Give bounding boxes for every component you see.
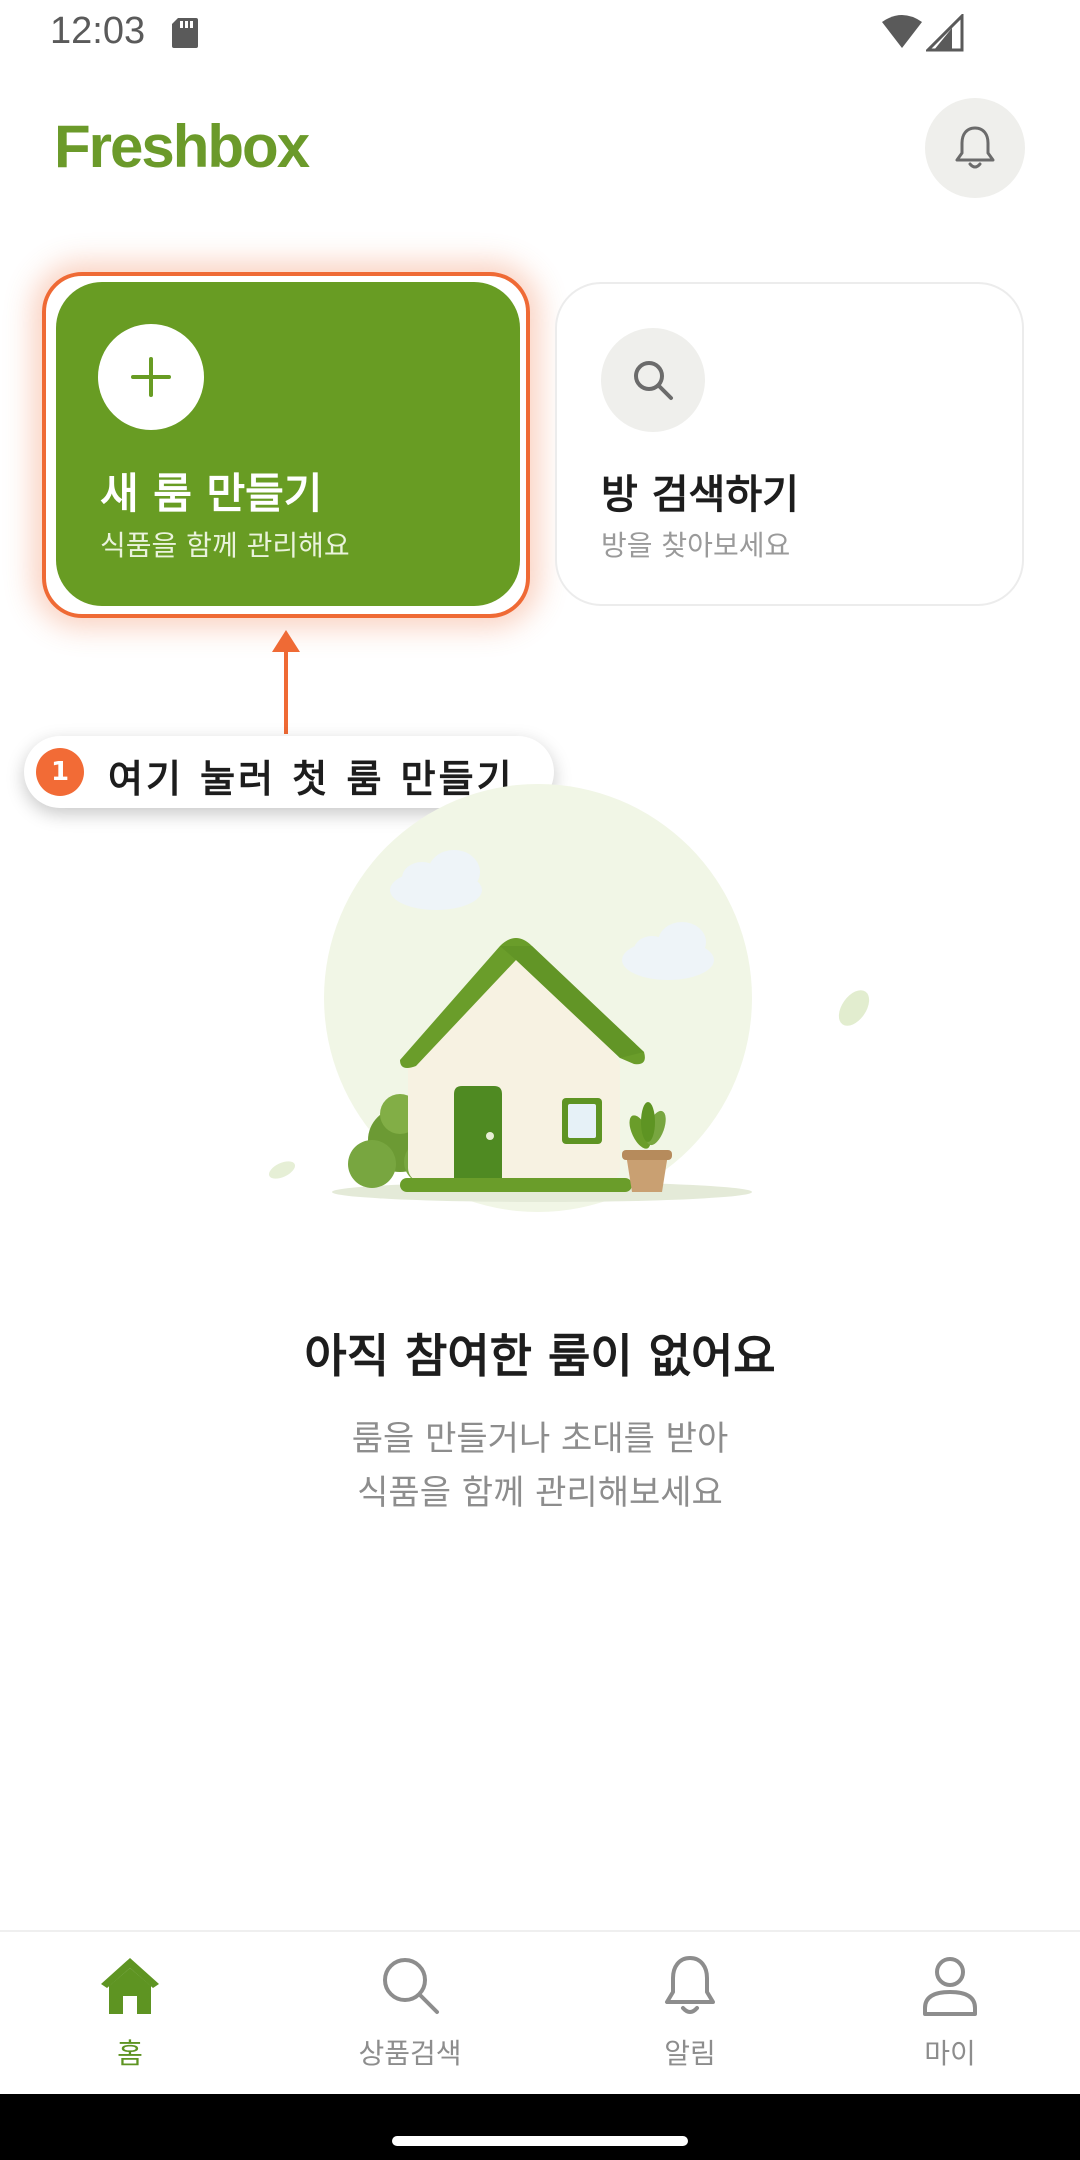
search-room-title: 방 검색하기 <box>601 472 799 518</box>
search-icon <box>634 361 673 400</box>
nav-label-notifications: 알림 <box>664 2037 716 2070</box>
wifi-icon <box>882 15 922 48</box>
search-icon <box>383 1958 439 2014</box>
search-room-card[interactable]: 방 검색하기 방을 찾아보세요 <box>555 282 1024 606</box>
system-gesture-bar <box>0 2094 1080 2160</box>
bell-icon <box>665 1956 715 2014</box>
create-room-card[interactable]: 새 룸 만들기 식품을 함께 관리해요 <box>56 282 520 606</box>
nav-label-home: 홈 <box>117 2037 143 2070</box>
create-room-title: 새 룸 만들기 <box>100 469 323 518</box>
home-icon <box>101 1958 159 2014</box>
nav-item-home[interactable]: 홈 <box>30 1950 230 2080</box>
notification-button[interactable] <box>925 98 1025 198</box>
empty-state-line-1: 룸을 만들거나 초대를 받아 <box>351 1419 729 1459</box>
empty-state-description: 룸을 만들거나 초대를 받아 식품을 함께 관리해보세요 <box>0 1412 1080 1520</box>
bell-icon <box>955 126 995 169</box>
status-bar: 12:03 <box>0 0 1080 68</box>
empty-state-title: 아직 참여한 룸이 없어요 <box>304 1329 776 1383</box>
nav-item-notifications[interactable]: 알림 <box>590 1950 790 2080</box>
step-badge: 1 <box>36 748 84 796</box>
sd-card-icon <box>172 18 198 48</box>
empty-house-illustration <box>268 784 870 1212</box>
signal-icon <box>926 14 964 52</box>
nav-label-my: 마이 <box>924 2037 976 2070</box>
nav-label-product-search: 상품검색 <box>358 2037 462 2070</box>
status-time: 12:03 <box>50 10 146 52</box>
nav-item-my[interactable]: 마이 <box>850 1950 1050 2080</box>
tooltip-arrow <box>272 630 300 734</box>
bottom-nav: 홈 상품검색 알림 마이 <box>0 1930 1080 2094</box>
app-logo: Freshbox <box>54 113 310 180</box>
create-room-subtitle: 식품을 함께 관리해요 <box>100 529 350 562</box>
empty-state-line-2: 식품을 함께 관리해보세요 <box>357 1473 723 1513</box>
nav-item-product-search[interactable]: 상품검색 <box>310 1950 510 2080</box>
search-circle <box>601 328 705 432</box>
person-icon <box>923 1957 977 2016</box>
create-plus-circle <box>98 324 204 430</box>
gesture-handle[interactable] <box>392 2136 688 2146</box>
plus-icon <box>131 357 171 397</box>
search-room-subtitle: 방을 찾아보세요 <box>601 529 791 562</box>
